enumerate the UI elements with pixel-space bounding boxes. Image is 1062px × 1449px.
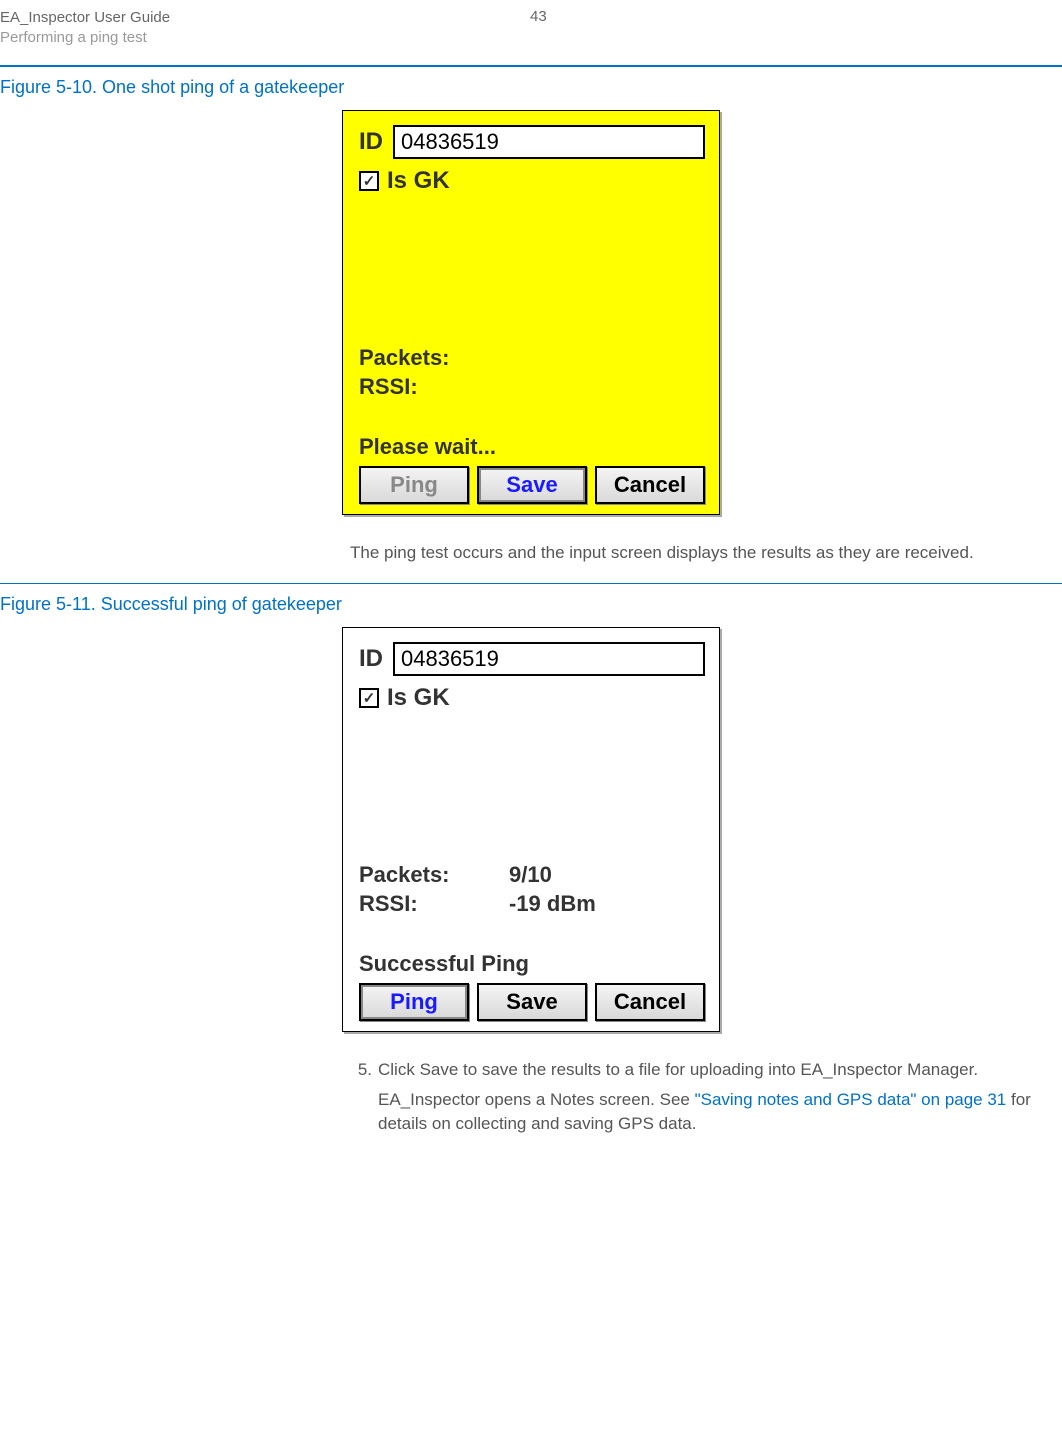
ping-button[interactable]: Ping (359, 983, 469, 1021)
step-5: 5. Click Save to save the results to a f… (350, 1058, 1042, 1135)
figure-caption-5-10: Figure 5-10. One shot ping of a gatekeep… (0, 77, 1062, 98)
step-text-post: to save the results to a file for upload… (458, 1060, 978, 1079)
cancel-button[interactable]: Cancel (595, 983, 705, 1021)
page-number: 43 (530, 8, 547, 25)
ping-button[interactable]: Ping (359, 466, 469, 504)
step-number: 5. (350, 1058, 372, 1082)
is-gk-label: Is GK (387, 167, 450, 195)
figure-5-11: ID ✓ Is GK Packets: 9/10 RSSI: -19 dBm S… (0, 627, 1062, 1032)
id-input[interactable] (393, 125, 705, 159)
doc-section: Performing a ping test (0, 28, 170, 48)
save-button[interactable]: Save (477, 983, 587, 1021)
device-screen-pending: ID ✓ Is GK Packets: RSSI: Please wait...… (342, 110, 720, 515)
is-gk-label: Is GK (387, 684, 450, 712)
id-input[interactable] (393, 642, 705, 676)
rssi-label: RSSI: (359, 889, 509, 919)
rssi-value: -19 dBm (509, 889, 596, 919)
page-header: EA_Inspector User Guide Performing a pin… (0, 0, 1062, 59)
figure-5-10: ID ✓ Is GK Packets: RSSI: Please wait...… (0, 110, 1062, 515)
figure-caption-5-11: Figure 5-11. Successful ping of gatekeep… (0, 594, 1062, 615)
rssi-label: RSSI: (359, 372, 509, 402)
divider (0, 583, 1062, 584)
save-button[interactable]: Save (477, 466, 587, 504)
divider (0, 65, 1062, 67)
step-text-strong: Save (420, 1060, 459, 1079)
step-followup-pre: EA_Inspector opens a Notes screen. See (378, 1090, 695, 1109)
id-label: ID (359, 128, 383, 156)
is-gk-checkbox[interactable]: ✓ (359, 171, 379, 191)
paragraph: The ping test occurs and the input scree… (350, 541, 1042, 565)
is-gk-checkbox[interactable]: ✓ (359, 688, 379, 708)
step-text-pre: Click (378, 1060, 420, 1079)
cancel-button[interactable]: Cancel (595, 466, 705, 504)
id-label: ID (359, 645, 383, 673)
packets-value: 9/10 (509, 860, 552, 890)
packets-label: Packets: (359, 860, 509, 890)
device-screen-success: ID ✓ Is GK Packets: 9/10 RSSI: -19 dBm S… (342, 627, 720, 1032)
packets-label: Packets: (359, 343, 509, 373)
status-text: Successful Ping (359, 951, 705, 977)
status-text: Please wait... (359, 434, 705, 460)
cross-reference-link[interactable]: "Saving notes and GPS data" on page 31 (695, 1090, 1007, 1109)
doc-title: EA_Inspector User Guide (0, 8, 170, 28)
